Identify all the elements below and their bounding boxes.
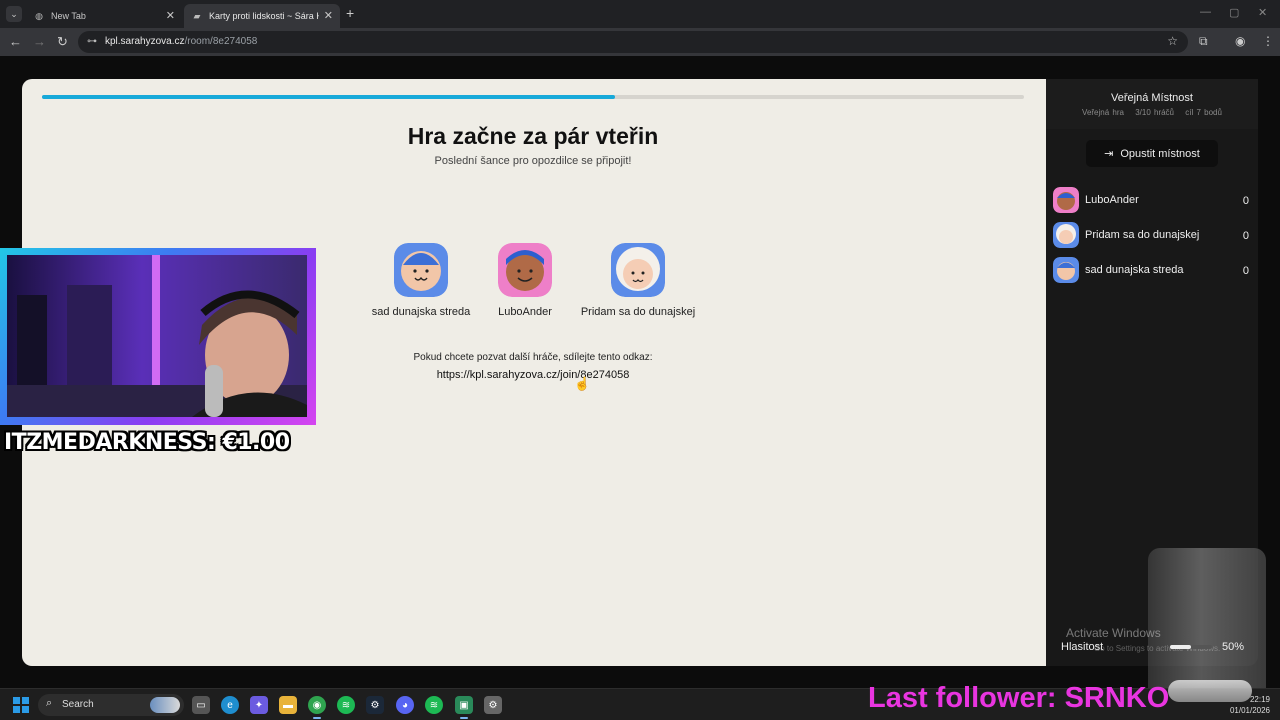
volume-fill [1170, 645, 1191, 649]
player-card: LuboAnder [470, 243, 580, 318]
url-host: kpl.sarahyzova.cz [105, 36, 185, 47]
reload-icon[interactable]: ↻ [57, 34, 68, 50]
room-meta: Veřejná hra 3/10 hráčů cíl 7 bodů [1046, 108, 1258, 117]
lobby-headline: Hra začne za pár vteřin [407, 123, 659, 149]
windows-start-icon[interactable] [13, 697, 29, 713]
weather-widget-icon[interactable] [150, 697, 180, 713]
player-card: Pridam sa do dunajskej [572, 243, 704, 318]
leave-room-label: Opustit místnost [1120, 147, 1200, 160]
volume-percent: 50% [1222, 641, 1245, 653]
volume-label: Hlasitost [1061, 641, 1104, 653]
webcam-scene [7, 255, 307, 417]
browser-tabstrip: ⌄ ◍ New Tab ✕ ▰ Karty proti lidskosti ~ … [0, 0, 1280, 28]
app-icon[interactable]: ▣ [455, 696, 473, 719]
tab-title: New Tab [51, 11, 86, 21]
scoreboard-score: 0 [1242, 265, 1249, 277]
forward-icon[interactable]: → [33, 34, 46, 49]
copilot-icon[interactable]: ✦ [250, 696, 268, 714]
player-name: LuboAnder [498, 306, 552, 318]
close-window-icon[interactable]: ✕ [1258, 6, 1267, 19]
exit-door-icon: ⇥ [1104, 148, 1114, 160]
activate-windows-watermark: Activate Windows [1066, 626, 1161, 640]
spotify-icon[interactable]: ≋ [337, 696, 355, 714]
globe-icon: ◍ [35, 10, 43, 21]
browser-toolbar: ← → ↻ ⊶ kpl.sarahyzova.cz/room/8e274058 … [0, 28, 1280, 56]
close-tab-icon[interactable]: ✕ [324, 9, 333, 22]
player-name: Pridam sa do dunajskej [580, 306, 696, 318]
profile-icon[interactable]: ◉ [1235, 34, 1245, 48]
chrome-icon[interactable]: ◉ [308, 696, 326, 719]
site-favicon-icon: ▰ [193, 10, 201, 21]
menu-icon[interactable]: ⋮ [1262, 34, 1274, 48]
scoreboard-name: sad dunajska streda [1085, 264, 1184, 276]
last-follower-overlay: Last follower: SRNKO [868, 682, 1170, 714]
back-icon[interactable]: ← [9, 34, 22, 49]
tab-new-tab[interactable]: ◍ New Tab ✕ [26, 4, 182, 28]
face-avatar-icon [1053, 187, 1079, 213]
lobby-subline: Poslední šance pro opozdilce se připojit… [434, 155, 632, 167]
settings-gear-icon[interactable]: ⚙ [484, 696, 502, 714]
steam-icon[interactable]: ⚙ [366, 696, 384, 714]
leave-room-button[interactable]: ⇥ Opustit místnost [1086, 140, 1218, 167]
tab-search-button[interactable]: ⌄ [6, 6, 22, 22]
address-bar[interactable]: ⊶ kpl.sarahyzova.cz/room/8e274058 ☆ [78, 31, 1188, 53]
room-title: Veřejná Místnost [1111, 92, 1193, 104]
face-avatar-icon [611, 243, 665, 297]
scoreboard-row: Pridam sa do dunajskej 0 [1053, 222, 1249, 248]
bookmark-star-icon[interactable]: ☆ [1167, 34, 1178, 48]
face-avatar-icon [1053, 257, 1079, 283]
tab-karty-proti-lidskosti[interactable]: ▰ Karty proti lidskosti ~ Sára Hýž ✕ [184, 4, 340, 28]
screen: ⌄ ◍ New Tab ✕ ▰ Karty proti lidskosti ~ … [0, 0, 1280, 720]
donation-alert: ITZMEDARKNESS: €1.00 [4, 430, 290, 455]
file-explorer-icon[interactable]: ▬ [279, 696, 297, 714]
webcam-feed [7, 255, 307, 417]
scoreboard-score: 0 [1242, 230, 1249, 242]
scoreboard-score: 0 [1242, 195, 1249, 207]
url-text: kpl.sarahyzova.cz/room/8e274058 [105, 36, 257, 47]
countdown-progress-fill [42, 95, 615, 99]
hand-cursor-icon: ☝ [574, 376, 591, 391]
site-info-icon[interactable]: ⊶ [87, 36, 97, 47]
face-avatar-icon [1053, 222, 1079, 248]
player-name: sad dunajska streda [371, 306, 471, 318]
close-tab-icon[interactable]: ✕ [166, 9, 175, 22]
volume-slider[interactable] [1170, 645, 1212, 649]
extensions-icon[interactable]: ⧉ [1199, 34, 1208, 49]
room-player-count: 3/10 hráčů [1135, 108, 1175, 117]
clock-date: 01/01/2026 [1229, 706, 1270, 715]
task-view-icon[interactable]: ▭ [192, 696, 210, 714]
glass-bottom-overlay [1168, 680, 1252, 702]
search-icon: ⌕ [46, 697, 53, 709]
discord-icon[interactable]: ◕ [396, 696, 414, 714]
url-path: /room/8e274058 [184, 36, 258, 47]
countdown-progress [42, 95, 1024, 99]
scoreboard-name: Pridam sa do dunajskej [1085, 229, 1200, 241]
face-avatar-icon [498, 243, 552, 297]
room-type: Veřejná hra [1082, 108, 1124, 117]
new-tab-button[interactable]: + [346, 5, 354, 21]
player-card: sad dunajska streda [362, 243, 480, 318]
taskbar-search[interactable]: ⌕ Search [38, 694, 184, 716]
scoreboard-name: LuboAnder [1085, 194, 1139, 206]
scoreboard-row: sad dunajska streda 0 [1053, 257, 1249, 283]
scoreboard-row: LuboAnder 0 [1053, 187, 1249, 213]
room-goal: cíl 7 bodů [1185, 108, 1222, 117]
face-avatar-icon [394, 243, 448, 297]
webcam-overlay [0, 248, 316, 425]
restore-icon[interactable]: ▢ [1229, 6, 1239, 19]
tab-title: Karty proti lidskosti ~ Sára Hýž [209, 11, 319, 21]
minimize-icon[interactable]: — [1200, 6, 1211, 18]
taskbar-search-label: Search [62, 699, 94, 710]
spotify-icon[interactable]: ≋ [425, 696, 443, 714]
room-header: Veřejná Místnost Veřejná hra 3/10 hráčů … [1046, 79, 1258, 129]
edge-icon[interactable]: e [221, 696, 239, 714]
